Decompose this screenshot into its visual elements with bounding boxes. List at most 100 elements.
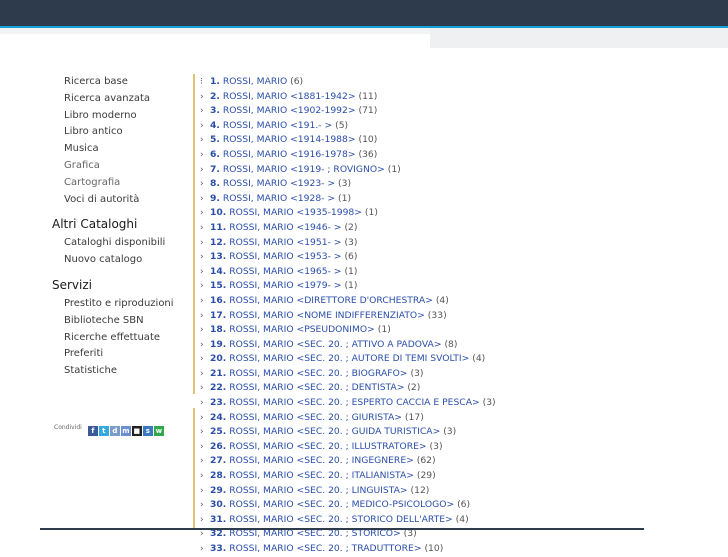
chevron-right-icon[interactable]: › — [200, 485, 210, 499]
result-name-link[interactable]: ROSSI, MARIO <SEC. 20. ; STORICO DELL'AR… — [229, 514, 453, 525]
result-name-link[interactable]: ROSSI, MARIO — [223, 76, 287, 87]
chevron-right-icon[interactable]: › — [200, 397, 210, 411]
result-number[interactable]: 30. — [210, 499, 226, 510]
sidebar-item[interactable]: Prestito e riproduzioni — [52, 296, 182, 313]
result-number[interactable]: 16. — [210, 295, 226, 306]
result-number[interactable]: 19. — [210, 339, 226, 350]
result-number[interactable]: 14. — [210, 266, 226, 277]
result-name-link[interactable]: ROSSI, MARIO <SEC. 20. ; ATTIVO A PADOVA… — [229, 339, 441, 350]
result-number[interactable]: 3. — [210, 105, 220, 116]
chevron-right-icon[interactable]: › — [200, 266, 210, 280]
result-number[interactable]: 23. — [210, 397, 226, 408]
result-name-link[interactable]: ROSSI, MARIO <SEC. 20. ; AUTORE DI TEMI … — [229, 353, 469, 364]
myspace-icon[interactable]: m — [120, 426, 131, 436]
chevron-right-icon[interactable]: › — [200, 149, 210, 163]
result-name-link[interactable]: ROSSI, MARIO <PSEUDONIMO> — [229, 324, 375, 335]
result-number[interactable]: 17. — [210, 310, 226, 321]
result-name-link[interactable]: ROSSI, MARIO <NOME INDIFFERENZIATO> — [229, 310, 425, 321]
result-number[interactable]: 12. — [210, 237, 226, 248]
result-name-link[interactable]: ROSSI, MARIO <SEC. 20. ; GIURISTA> — [229, 412, 402, 423]
share-icon[interactable]: s — [142, 426, 153, 436]
chevron-right-icon[interactable]: › — [200, 310, 210, 324]
result-name-link[interactable]: ROSSI, MARIO <1902-1992> — [223, 105, 356, 116]
result-name-link[interactable]: ROSSI, MARIO <SEC. 20. ; TRADUTTORE> — [229, 543, 421, 554]
result-name-link[interactable]: ROSSI, MARIO <1953- > — [229, 251, 341, 262]
sidebar-item[interactable]: Cartografia — [52, 175, 182, 192]
result-name-link[interactable]: ROSSI, MARIO <SEC. 20. ; LINGUISTA> — [229, 485, 407, 496]
chevron-right-icon[interactable]: › — [200, 339, 210, 353]
result-number[interactable]: 11. — [210, 222, 226, 233]
chevron-right-icon[interactable]: › — [200, 295, 210, 309]
sidebar-item[interactable]: Ricerche effettuate — [52, 330, 182, 347]
sidebar-item[interactable]: Biblioteche SBN — [52, 313, 182, 330]
result-name-link[interactable]: ROSSI, MARIO <1916-1978> — [223, 149, 356, 160]
whatsapp-icon[interactable]: w — [153, 426, 164, 436]
result-number[interactable]: 24. — [210, 412, 226, 423]
result-number[interactable]: 31. — [210, 514, 226, 525]
chevron-right-icon[interactable]: › — [200, 251, 210, 265]
result-number[interactable]: 9. — [210, 193, 220, 204]
result-name-link[interactable]: ROSSI, MARIO <1979- > — [229, 280, 341, 291]
sidebar-item[interactable]: Cataloghi disponibili — [52, 235, 182, 252]
chevron-right-icon[interactable]: › — [200, 514, 210, 528]
sidebar-item[interactable]: Libro moderno — [52, 108, 182, 125]
result-name-link[interactable]: ROSSI, MARIO <1914-1988> — [223, 134, 356, 145]
result-name-link[interactable]: ROSSI, MARIO <1946- > — [229, 222, 341, 233]
chevron-right-icon[interactable]: › — [200, 120, 210, 134]
chevron-right-icon[interactable]: › — [200, 193, 210, 207]
chevron-right-icon[interactable]: › — [200, 412, 210, 426]
result-name-link[interactable]: ROSSI, MARIO <191.- > — [223, 120, 332, 131]
chevron-right-icon[interactable]: › — [200, 105, 210, 119]
sidebar-item[interactable]: Musica — [52, 141, 182, 158]
result-name-link[interactable]: ROSSI, MARIO <1928- > — [223, 193, 335, 204]
chevron-right-icon[interactable]: › — [200, 353, 210, 367]
result-number[interactable]: 5. — [210, 134, 220, 145]
chevron-right-icon[interactable]: › — [200, 441, 210, 455]
sidebar-item[interactable]: Ricerca avanzata — [52, 91, 182, 108]
delicious-icon[interactable]: ■ — [131, 426, 142, 436]
result-number[interactable]: 4. — [210, 120, 220, 131]
result-name-link[interactable]: ROSSI, MARIO <SEC. 20. ; INGEGNERE> — [229, 455, 414, 466]
result-name-link[interactable]: ROSSI, MARIO <1923- > — [223, 178, 335, 189]
result-name-link[interactable]: ROSSI, MARIO <SEC. 20. ; DENTISTA> — [229, 382, 404, 393]
result-number[interactable]: 7. — [210, 164, 220, 175]
result-number[interactable]: 20. — [210, 353, 226, 364]
result-name-link[interactable]: ROSSI, MARIO <SEC. 20. ; ILLUSTRATORE> — [229, 441, 426, 452]
facebook-icon[interactable]: f — [87, 426, 98, 436]
chevron-right-icon[interactable]: › — [200, 222, 210, 236]
chevron-right-icon[interactable]: › — [200, 178, 210, 192]
result-number[interactable]: 21. — [210, 368, 226, 379]
result-name-link[interactable]: ROSSI, MARIO <SEC. 20. ; BIOGRAFO> — [229, 368, 407, 379]
result-name-link[interactable]: ROSSI, MARIO <DIRETTORE D'ORCHESTRA> — [229, 295, 433, 306]
chevron-right-icon[interactable]: › — [200, 455, 210, 469]
chevron-right-icon[interactable]: › — [200, 164, 210, 178]
sidebar-item[interactable]: Libro antico — [52, 124, 182, 141]
chevron-right-icon[interactable]: › — [200, 543, 210, 557]
result-number[interactable]: 25. — [210, 426, 226, 437]
sidebar-item[interactable]: Grafica — [52, 158, 182, 175]
sidebar-item[interactable]: Nuovo catalogo — [52, 252, 182, 269]
result-name-link[interactable]: ROSSI, MARIO <SEC. 20. ; ITALIANISTA> — [229, 470, 414, 481]
result-number[interactable]: 27. — [210, 455, 226, 466]
result-number[interactable]: 15. — [210, 280, 226, 291]
result-name-link[interactable]: ROSSI, MARIO <1951- > — [229, 237, 341, 248]
chevron-right-icon[interactable]: › — [200, 470, 210, 484]
result-name-link[interactable]: ROSSI, MARIO <SEC. 20. ; GUIDA TURISTICA… — [229, 426, 440, 437]
digg-icon[interactable]: d — [109, 426, 120, 436]
result-number[interactable]: 32. — [210, 528, 226, 539]
twitter-icon[interactable]: t — [98, 426, 109, 436]
sidebar-item[interactable]: Voci di autorità — [52, 192, 182, 209]
result-name-link[interactable]: ROSSI, MARIO <SEC. 20. ; STORICO> — [229, 528, 401, 539]
result-number[interactable]: 22. — [210, 382, 226, 393]
chevron-right-icon[interactable]: › — [200, 237, 210, 251]
result-name-link[interactable]: ROSSI, MARIO <1881-1942> — [223, 91, 356, 102]
result-number[interactable]: 28. — [210, 470, 226, 481]
chevron-right-icon[interactable]: › — [200, 382, 210, 396]
result-number[interactable]: 33. — [210, 543, 226, 554]
result-name-link[interactable]: ROSSI, MARIO <SEC. 20. ; ESPERTO CACCIA … — [229, 397, 479, 408]
sidebar-item[interactable]: Ricerca base — [52, 74, 182, 91]
result-number[interactable]: 26. — [210, 441, 226, 452]
result-name-link[interactable]: ROSSI, MARIO <1965- > — [229, 266, 341, 277]
chevron-right-icon[interactable]: › — [200, 324, 210, 338]
result-name-link[interactable]: ROSSI, MARIO <SEC. 20. ; MEDICO-PSICOLOG… — [229, 499, 454, 510]
